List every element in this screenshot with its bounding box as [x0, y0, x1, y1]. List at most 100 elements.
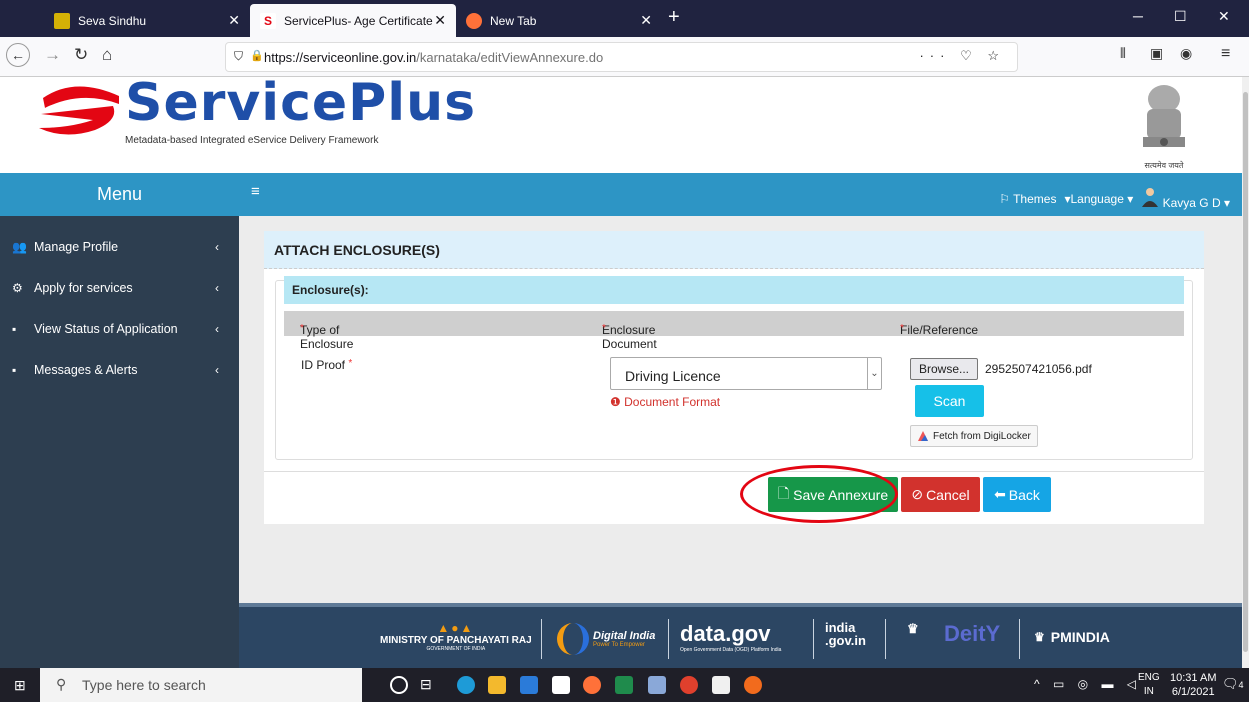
- serviceplus-favicon-icon: S: [260, 12, 276, 29]
- system-tray-icons[interactable]: ^ ▭ ◎ ▬ ◁: [1034, 677, 1141, 691]
- maximize-icon[interactable]: ☐: [1174, 8, 1187, 25]
- back-arrow-icon[interactable]: ←: [6, 43, 30, 67]
- browse-button[interactable]: Browse...: [910, 358, 979, 380]
- user-name: Kavya G D: [1162, 196, 1221, 210]
- fetch-digilocker-button[interactable]: Fetch from DigiLocker: [910, 425, 1038, 447]
- chevron-left-icon: ‹: [215, 362, 219, 377]
- firefox-favicon-icon: [466, 12, 482, 29]
- scan-button[interactable]: Scan: [915, 385, 984, 417]
- language-label: Language: [1070, 191, 1124, 206]
- task-view-icon[interactable]: ⊟: [420, 676, 438, 694]
- excel-icon[interactable]: [615, 676, 633, 694]
- url-host: https://serviceonline.gov.in: [264, 49, 417, 65]
- tab-title: ServicePlus- Age Certificate: [284, 13, 433, 28]
- forward-arrow-icon[interactable]: →: [44, 45, 61, 65]
- library-icon[interactable]: ⫴: [1120, 45, 1126, 62]
- digital-india-logo[interactable]: Digital India Power To Empower: [557, 621, 655, 657]
- browser-tab-serviceplus[interactable]: S ServicePlus- Age Certificate ✕: [250, 4, 456, 37]
- close-tab-icon[interactable]: ✕: [434, 12, 446, 29]
- ashoka-emblem-icon: [1143, 85, 1185, 147]
- windows-start-icon[interactable]: ⊞: [14, 677, 26, 694]
- sidebar-item-messages[interactable]: ▪ Messages & Alerts ‹: [0, 349, 239, 390]
- windows-taskbar: ⊞ ⚲ Type here to search ⊟ ^ ▭ ◎ ▬ ◁ ENG I…: [0, 668, 1249, 702]
- address-bar[interactable]: ⛉ 🔒 https://serviceonline.gov.in/karnata…: [225, 42, 1018, 72]
- browser-tab-seva-sindhu[interactable]: Seva Sindhu ✕: [44, 4, 250, 37]
- sidebar-item-view-status[interactable]: ▪ View Status of Application ‹: [0, 308, 239, 349]
- pmindia-logo[interactable]: ♛ PMINDIA: [1034, 629, 1110, 645]
- cortana-icon[interactable]: [390, 676, 408, 694]
- reload-icon[interactable]: ↻: [74, 45, 88, 65]
- user-menu[interactable]: Kavya G D ▾: [1141, 187, 1230, 210]
- required-marker: *: [348, 358, 353, 369]
- browser-tab-new-tab[interactable]: New Tab ✕: [456, 4, 662, 37]
- pmindia-emblem-icon: ♛: [1034, 630, 1045, 644]
- scrollbar-thumb[interactable]: [1243, 92, 1248, 652]
- national-emblem: सत्यमेव जयते: [1133, 79, 1195, 170]
- app-icon[interactable]: [648, 676, 666, 694]
- chevron-left-icon: ‹: [215, 280, 219, 295]
- required-marker: *: [602, 323, 606, 334]
- main-content: ATTACH ENCLOSURE(S) Enclosure(s): Type o…: [239, 216, 1242, 668]
- url-path: /karnataka/editViewAnnexure.do: [416, 49, 604, 65]
- page-actions-icon[interactable]: ··· ♡ ☆: [919, 48, 1005, 64]
- back-button[interactable]: ⬅ Back: [983, 477, 1051, 512]
- caret-down-icon: ▾: [1127, 191, 1134, 206]
- menu-toggle-icon[interactable]: ≡: [251, 183, 260, 200]
- serviceplus-logo-icon[interactable]: [35, 80, 121, 140]
- logo-tagline: Metadata-based Integrated eService Deliv…: [125, 135, 379, 146]
- cogs-icon: ⚙: [12, 280, 23, 295]
- enclosure-table-header: Type of Enclosure * Enclosure Document *…: [284, 311, 1184, 351]
- themes-menu[interactable]: ⚐ Themes: [999, 192, 1056, 206]
- sidebar-item-label: Messages & Alerts: [34, 362, 138, 377]
- attach-enclosure-card: ATTACH ENCLOSURE(S) Enclosure(s): Type o…: [264, 231, 1204, 524]
- app-orange-icon[interactable]: [744, 676, 762, 694]
- window-close-icon[interactable]: ✕: [1218, 8, 1230, 25]
- firefox-icon[interactable]: [583, 676, 601, 694]
- highlight-annotation: [740, 465, 898, 523]
- notifications-icon[interactable]: 🗨4: [1222, 676, 1244, 692]
- seva-sindhu-favicon-icon: [54, 12, 70, 29]
- enclosure-document-select[interactable]: Driving Licence ⌄: [610, 357, 882, 390]
- caret-down-icon: ▾: [1223, 196, 1230, 210]
- sidebar-item-label: Manage Profile: [34, 239, 119, 254]
- document-format-link[interactable]: ❶ Document Format: [610, 395, 720, 409]
- india-gov-logo[interactable]: india .gov.in: [825, 621, 875, 647]
- hamburger-menu-icon[interactable]: ≡: [1221, 45, 1230, 63]
- mail-icon[interactable]: [520, 676, 538, 694]
- flag-icon: ⚐: [999, 191, 1010, 206]
- taskbar-clock[interactable]: 10:31 AM 6/1/2021: [1170, 671, 1216, 699]
- digilocker-icon: [918, 431, 928, 441]
- footer-separator: [1019, 619, 1020, 659]
- home-icon[interactable]: ⌂: [102, 45, 112, 65]
- new-tab-plus-icon[interactable]: +: [668, 6, 680, 29]
- ministry-panchayati-raj-logo[interactable]: ▲●▲ MINISTRY OF PANCHAYATI RAJ GOVERNMEN…: [380, 621, 532, 652]
- cancel-button[interactable]: ⊘ Cancel: [901, 477, 980, 512]
- close-tab-icon[interactable]: ✕: [228, 12, 240, 29]
- account-icon[interactable]: ◉: [1180, 45, 1192, 62]
- browser-tabbar: Seva Sindhu ✕ S ServicePlus- Age Certifi…: [0, 0, 1249, 37]
- language-menu[interactable]: ▾Language ▾: [1064, 192, 1133, 206]
- sidebar-item-manage-profile[interactable]: 👥 Manage Profile ‹: [0, 226, 239, 267]
- minimize-icon[interactable]: ─: [1133, 8, 1143, 24]
- taskbar-search-input[interactable]: ⚲ Type here to search: [40, 668, 362, 702]
- selected-document: Driving Licence: [625, 367, 721, 384]
- chrome-icon[interactable]: [680, 676, 698, 694]
- store-icon[interactable]: [552, 676, 570, 694]
- sidebar-item-label: View Status of Application: [34, 321, 178, 336]
- sidebar-menu-title: Menu: [0, 173, 239, 216]
- deity-logo[interactable]: DeitY: [944, 621, 1000, 647]
- sidebar-toggle-icon[interactable]: ▣: [1150, 45, 1163, 62]
- notepad-icon[interactable]: [712, 676, 730, 694]
- sidebar-item-apply-services[interactable]: ⚙ Apply for services ‹: [0, 267, 239, 308]
- footer-separator: [668, 619, 669, 659]
- edge-icon[interactable]: [457, 676, 475, 694]
- footer-separator: [885, 619, 886, 659]
- file-explorer-icon[interactable]: [488, 676, 506, 694]
- page-scrollbar[interactable]: [1242, 77, 1249, 668]
- close-tab-icon[interactable]: ✕: [640, 12, 652, 29]
- input-language[interactable]: ENG IN: [1138, 671, 1160, 699]
- chevron-left-icon: ‹: [215, 239, 219, 254]
- top-navbar-right: ⚐ Themes ▾Language ▾ Kavya G D ▾: [999, 187, 1230, 210]
- page-viewport: ServicePlus Metadata-based Integrated eS…: [0, 77, 1242, 668]
- datagov-logo[interactable]: data.gov Open Government Data (OGD) Plat…: [680, 621, 781, 653]
